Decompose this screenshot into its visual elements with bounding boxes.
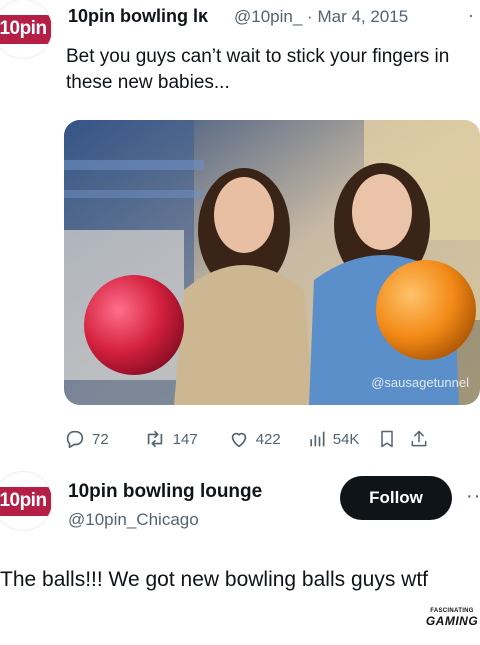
follow-button[interactable]: Follow	[340, 476, 452, 520]
like-button[interactable]: 422	[228, 428, 281, 450]
share-icon	[412, 430, 427, 447]
bookmark-icon	[381, 430, 394, 448]
avatar[interactable]: 10pin	[0, 0, 52, 58]
tweet-author-handle: @10pin_	[234, 7, 303, 26]
retweet-count: 147	[172, 430, 198, 448]
like-count: 422	[255, 430, 281, 448]
bookmark-button[interactable]	[377, 428, 397, 450]
bowling-photo: @sausagetunnel	[64, 120, 480, 405]
more-dots-icon[interactable]: ·	[468, 5, 474, 26]
meme-caption: The balls!!! We got new bowling balls gu…	[0, 568, 428, 591]
retweet-button[interactable]: 147	[143, 428, 198, 450]
avatar-logo-text: 10pin	[0, 14, 51, 44]
views-button[interactable]: 54K	[307, 429, 360, 449]
tweet-text: Bet you guys can’t wait to stick your fi…	[66, 46, 450, 93]
account-display-name[interactable]: 10pin bowling lounge	[68, 481, 262, 503]
tweet-actions: 72 147 422 54K	[64, 426, 480, 452]
tweet-date: Mar 4, 2015	[317, 7, 409, 26]
reply-icon	[66, 430, 84, 449]
retweet-icon	[147, 430, 162, 448]
views-icon	[310, 431, 325, 447]
watermark-logo: FASCINATING GAMING	[424, 608, 480, 638]
tweet-media-image[interactable]: @sausagetunnel	[64, 120, 480, 405]
account-avatar[interactable]: 10pin	[0, 472, 52, 530]
tweet-author-name[interactable]: 10pin bowling lĸ	[68, 6, 208, 27]
more-options-icon[interactable]: ···	[466, 485, 480, 508]
heart-icon	[231, 432, 246, 448]
share-button[interactable]	[409, 428, 429, 450]
account-handle[interactable]: @10pin_Chicago	[68, 510, 199, 530]
reply-count: 72	[92, 430, 109, 448]
tweet-author-meta[interactable]: @10pin_ · Mar 4, 2015	[234, 7, 408, 27]
account-avatar-text: 10pin	[0, 486, 51, 516]
separator-dot: ·	[307, 7, 313, 26]
reply-button[interactable]: 72	[64, 428, 109, 450]
image-watermark: @sausagetunnel	[371, 375, 469, 390]
views-count: 54K	[332, 430, 360, 448]
watermark-line2: GAMING	[425, 614, 479, 628]
